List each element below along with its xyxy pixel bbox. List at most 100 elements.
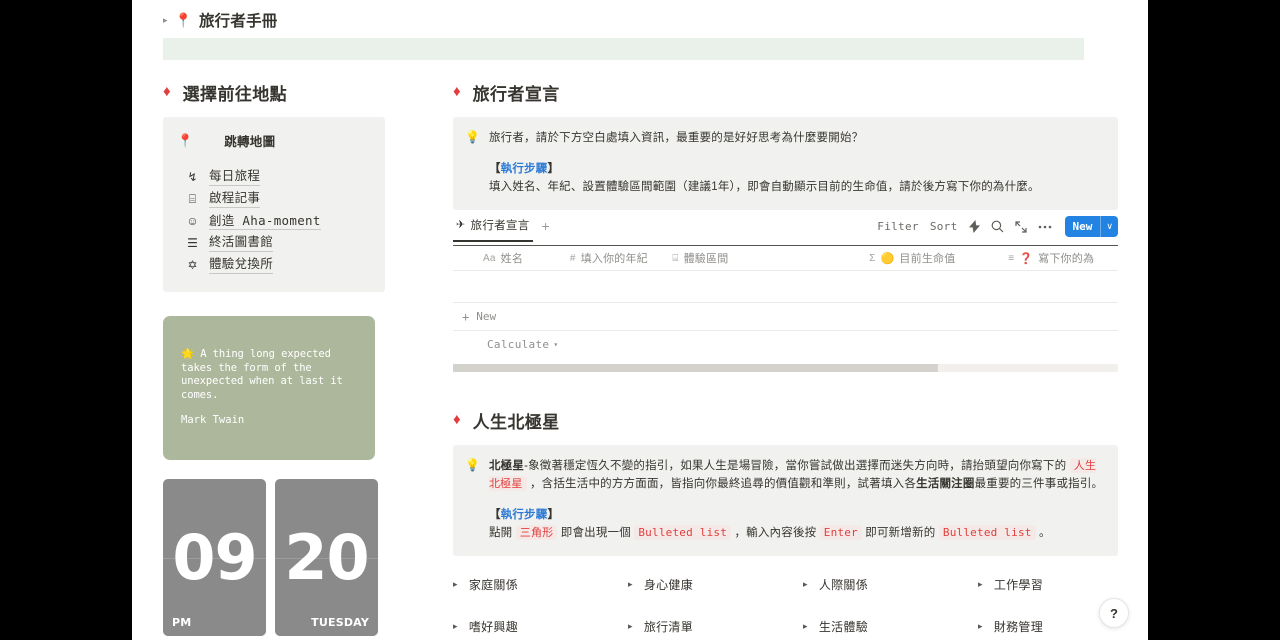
callout-steps-title: 【執行步驟】 — [489, 160, 1104, 178]
toggle-travel-list[interactable]: ▸ 旅行清單 — [628, 618, 803, 635]
diamond-bullet-icon: ♦ — [163, 83, 171, 100]
sort-button[interactable]: Sort — [930, 220, 958, 233]
diamond-bullet-icon: ♦ — [453, 83, 461, 100]
triangle-right-icon[interactable]: ▸ — [453, 621, 458, 632]
toggle-health[interactable]: ▸ 身心健康 — [628, 576, 803, 593]
declaration-heading-label: 旅行者宣言 — [472, 85, 560, 104]
help-button[interactable]: ? — [1099, 598, 1129, 628]
airplane-icon: ✈ — [456, 219, 466, 231]
polestar-text-a: -象徵著穩定恆久不變的指引，如果人生是場冒險，當你嘗試做出選擇而迷失方向時，請抬… — [524, 460, 1070, 472]
sidebar-item-daily-journey[interactable]: ↯ 每日旅程 — [177, 166, 371, 188]
quote-text: 🌟 A thing long expected takes the form o… — [181, 348, 357, 402]
diamond-bullet-icon: ♦ — [453, 411, 461, 428]
page-title[interactable]: 旅行者手冊 — [199, 9, 278, 31]
expand-icon[interactable] — [1014, 220, 1027, 233]
lightning-icon[interactable] — [968, 220, 980, 233]
breadcrumb-toggle-icon[interactable]: ▸ — [163, 16, 168, 25]
column-header-why[interactable]: ≡ ❓ 寫下你的為 — [1008, 250, 1118, 266]
sidebar-item-label: 終活圖書館 — [209, 234, 274, 252]
toggle-relationships[interactable]: ▸ 人際關係 — [803, 576, 978, 593]
toggle-family[interactable]: ▸ 家庭關係 — [453, 576, 628, 593]
polestar-steps-title: 【執行步驟】 — [489, 506, 1104, 524]
new-record-button[interactable]: New ∨ — [1064, 216, 1118, 237]
toggle-life-experience[interactable]: ▸ 生活體驗 — [803, 618, 978, 635]
column-header-label: 填入你的年紀 — [580, 253, 648, 265]
mint-banner — [163, 38, 1084, 60]
triangle-right-icon[interactable]: ▸ — [803, 579, 808, 590]
triangle-right-icon[interactable]: ▸ — [978, 621, 983, 632]
page-body: ♦ 選擇前往地點 📍 跳轉地圖 ↯ 每日旅程 ⌸ 啟程記事 ☺ 創造 Aha-m… — [132, 60, 1148, 636]
flip-clock: 09 PM 20 TUESDAY — [163, 479, 418, 636]
declaration-callout: 💡 旅行者，請於下方空白處填入資訊，最重要的是好好思考為什麼要開始？ 【執行步驟… — [453, 117, 1118, 210]
database-tools: Filter Sort New ∨ — [877, 216, 1118, 242]
pin-icon: 📍 — [177, 133, 194, 148]
toggle-work-study[interactable]: ▸ 工作學習 — [978, 576, 1148, 593]
horizontal-scrollbar[interactable] — [453, 364, 1118, 372]
toggle-label: 身心健康 — [643, 578, 694, 592]
column-header-date-range[interactable]: ⌸ 體驗區間 — [672, 250, 869, 266]
table-row[interactable] — [453, 271, 1118, 303]
quote-author: Mark Twain — [181, 414, 245, 426]
steps-code-triangle: 三角形 — [515, 525, 558, 540]
steps-text-b: 即會出現一個 — [557, 527, 635, 539]
question-mark-icon: ❓ — [1019, 252, 1034, 265]
sidebar-item-departure-notes[interactable]: ⌸ 啟程記事 — [177, 188, 371, 210]
notebook-icon: ⌸ — [188, 191, 197, 206]
steps-text-d: 即可新增新的 — [861, 527, 939, 539]
column-header-label: 體驗區間 — [683, 253, 729, 265]
polestar-heading-label: 人生北極星 — [472, 413, 560, 432]
chevron-down-icon: ▾ — [553, 339, 559, 349]
bracket-close: 】 — [547, 163, 560, 175]
scrollbar-thumb[interactable] — [453, 364, 939, 372]
steps-text-a: 點開 — [488, 527, 516, 539]
breadcrumb[interactable]: ▸ 📍 旅行者手冊 — [132, 0, 1148, 38]
steps-text-c: ，輸入內容後按 — [731, 527, 820, 539]
toggle-hobbies[interactable]: ▸ 嗜好興趣 — [453, 618, 628, 635]
triangle-right-icon[interactable]: ▸ — [628, 621, 633, 632]
triangle-right-icon[interactable]: ▸ — [453, 579, 458, 590]
polestar-steps-body: 點開 三角形 即會出現一個 Bulleted list ，輸入內容後按 Ente… — [489, 524, 1104, 542]
more-icon[interactable] — [1038, 225, 1052, 229]
toggle-label: 財務管理 — [993, 620, 1044, 634]
add-view-button[interactable]: + — [542, 218, 550, 241]
sidebar-item-library[interactable]: ☰ 終活圖書館 — [177, 232, 371, 254]
toggle-label: 家庭關係 — [468, 578, 519, 592]
filter-button[interactable]: Filter — [877, 220, 919, 233]
runner-icon: ↯ — [187, 170, 198, 184]
sidebar-heading-label: 選擇前往地點 — [182, 85, 288, 104]
column-header-life-value[interactable]: Σ 🟡 目前生命值 — [869, 250, 1008, 266]
sidebar-item-map[interactable]: 📍 跳轉地圖 — [177, 131, 371, 150]
new-record-label: New — [1072, 220, 1093, 233]
polestar-callout: 💡 北極星-象徵著穩定恆久不變的指引，如果人生是場冒險，當你嘗試做出選擇而迷失方… — [453, 445, 1118, 556]
column-header-name[interactable]: Aa 姓名 — [483, 250, 570, 266]
polestar-text-b: ，含括生活中的方方面面，皆指向你最終追尋的價值觀和準則，試著填入各 — [526, 478, 917, 490]
triangle-right-icon[interactable]: ▸ — [628, 579, 633, 590]
column-header-age[interactable]: # 填入你的年紀 — [570, 250, 672, 266]
chevron-down-icon[interactable]: ∨ — [1101, 216, 1118, 237]
polestar-text-c: 最重要的三件事或指引。 — [974, 478, 1104, 490]
database-tab-underline — [453, 245, 1118, 246]
add-row-button[interactable]: + New — [453, 303, 1118, 331]
declaration-heading: ♦ 旅行者宣言 — [453, 80, 1118, 105]
notion-page-viewport: ▸ 📍 旅行者手冊 ♦ 選擇前往地點 📍 跳轉地圖 ↯ 每日旅程 ⌸ 啟程記事 … — [132, 0, 1148, 640]
clock-hour-value: 09 — [172, 520, 257, 594]
star-icon: 🌟 — [181, 348, 194, 360]
triangle-right-icon[interactable]: ▸ — [803, 621, 808, 632]
library-icon: ☰ — [187, 236, 198, 250]
quote-card: 🌟 A thing long expected takes the form o… — [163, 316, 375, 460]
yellow-circle-icon: 🟡 — [880, 252, 895, 265]
calculate-button[interactable]: Calculate ▾ — [453, 331, 1118, 357]
search-icon[interactable] — [991, 220, 1004, 233]
triangle-right-icon[interactable]: ▸ — [978, 579, 983, 590]
polestar-callout-paragraph: 北極星-象徵著穩定恆久不變的指引，如果人生是場冒險，當你嘗試做出選擇而迷失方向時… — [488, 457, 1104, 493]
database-tab-declaration[interactable]: ✈ 旅行者宣言 — [453, 217, 533, 242]
toggle-label: 生活體驗 — [818, 620, 869, 634]
toggle-grid: ▸ 家庭關係 ▸ 身心健康 ▸ 人際關係 ▸ 工作學習 ▸ 嗜好興趣 ▸ 旅行清單 ▸ 生活體… — [453, 576, 1118, 635]
nav-card: 📍 跳轉地圖 ↯ 每日旅程 ⌸ 啟程記事 ☺ 創造 Aha-moment ☰ 終… — [163, 117, 385, 292]
steps-code-bulleted-list: Bulleted list — [634, 525, 732, 540]
add-row-label: New — [476, 310, 497, 323]
clock-weekday: TUESDAY — [311, 616, 369, 629]
callout-intro-text: 旅行者，請於下方空白處填入資訊，最重要的是好好思考為什麼要開始？ — [488, 132, 864, 144]
sidebar-item-experience-exchange[interactable]: ✡ 體驗兌換所 — [177, 254, 371, 276]
sidebar-item-aha-moment[interactable]: ☺ 創造 Aha-moment — [177, 210, 371, 232]
